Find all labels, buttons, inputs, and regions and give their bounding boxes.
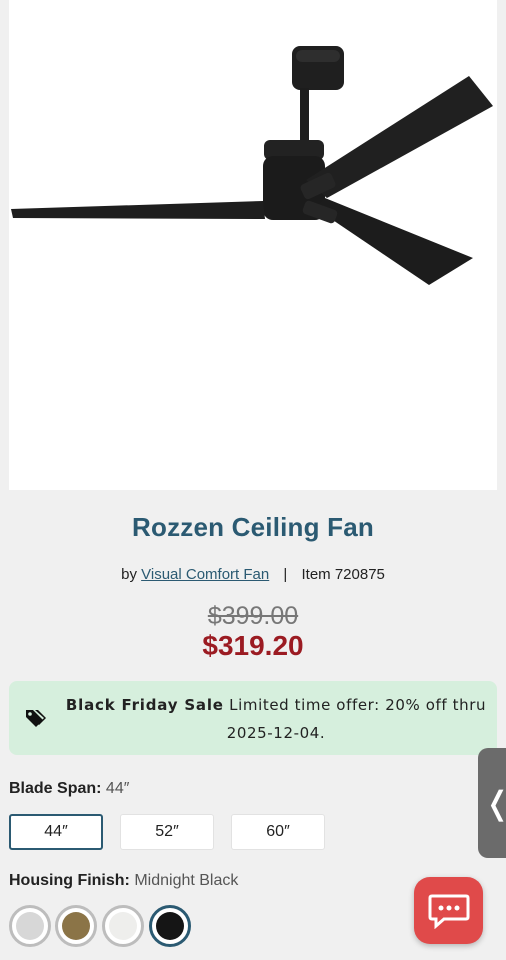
blade-span-option-52[interactable]: 52″ — [120, 814, 214, 850]
housing-finish-title: Housing Finish: — [9, 872, 130, 889]
promo-title: Black Friday Sale — [65, 696, 224, 714]
swatch-color — [109, 912, 137, 940]
brand-link[interactable]: Visual Comfort Fan — [141, 566, 269, 583]
promo-message: Limited time offer: 20% off thru 2025-12… — [226, 696, 487, 742]
housing-finish-label: Housing Finish: Midnight Black — [9, 872, 238, 890]
blade-span-option-44[interactable]: 44″ — [9, 814, 103, 850]
finish-swatch-silver[interactable] — [9, 905, 51, 947]
item-number: Item 720875 — [301, 566, 385, 583]
swatch-color — [156, 912, 184, 940]
housing-finish-value: Midnight Black — [134, 872, 239, 889]
blade-span-label: Blade Span: 44″ — [9, 780, 129, 798]
by-prefix: by — [121, 566, 137, 583]
blade-span-value: 44″ — [105, 780, 130, 797]
finish-swatch-black[interactable] — [149, 905, 191, 947]
ceiling-fan-image — [11, 46, 493, 285]
sale-price: $319.20 — [202, 630, 304, 661]
chat-button[interactable] — [414, 877, 483, 944]
original-price: $399.00 — [207, 602, 299, 630]
swatch-color — [16, 912, 44, 940]
side-panel-tab[interactable]: ❬ — [478, 748, 506, 858]
blade-span-option-60[interactable]: 60″ — [231, 814, 325, 850]
finish-swatch-white[interactable] — [102, 905, 144, 947]
product-byline: by Visual Comfort Fan | Item 720875 — [0, 566, 506, 583]
product-image[interactable] — [9, 0, 497, 490]
byline-separator: | — [283, 566, 288, 583]
chat-icon — [428, 894, 470, 929]
swatch-color — [62, 912, 90, 940]
chevron-left-icon: ❬ — [484, 784, 506, 822]
promo-banner: Black Friday Sale Limited time offer: 20… — [9, 681, 497, 755]
promo-text: Black Friday Sale Limited time offer: 20… — [61, 691, 491, 747]
blade-span-title: Blade Span: — [9, 780, 102, 797]
tags-icon — [25, 707, 49, 729]
product-title: Rozzen Ceiling Fan — [132, 512, 374, 542]
finish-swatch-brass[interactable] — [55, 905, 97, 947]
